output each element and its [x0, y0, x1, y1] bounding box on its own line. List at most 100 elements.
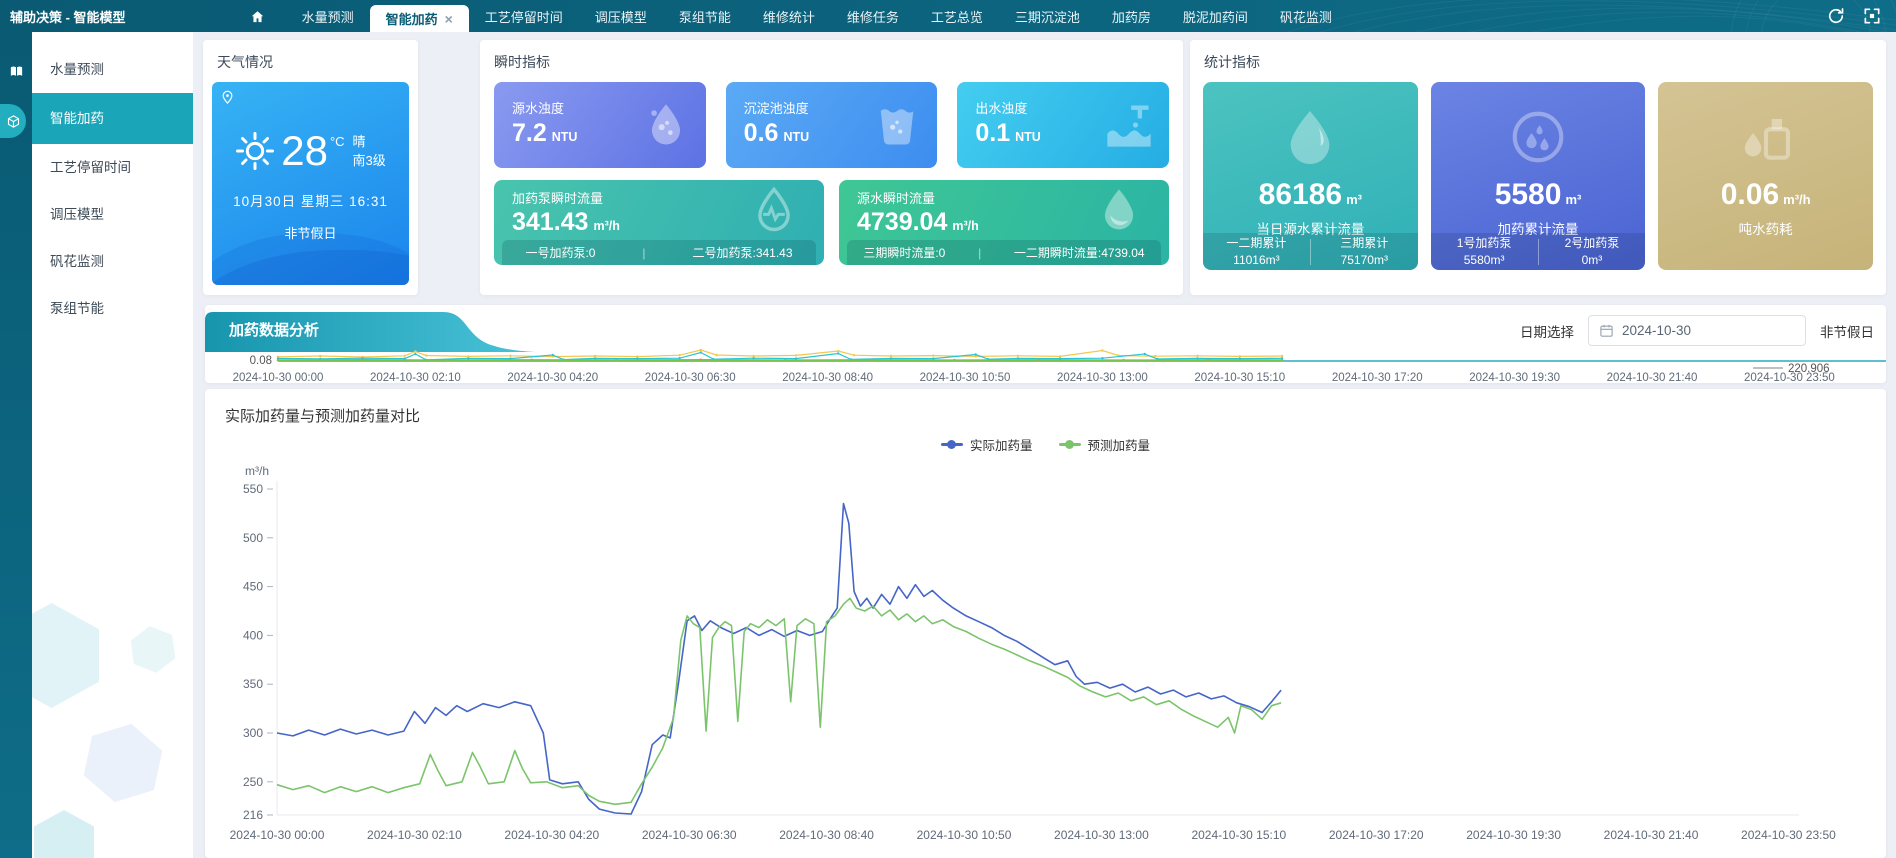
- temperature-value: 28: [281, 130, 328, 172]
- tile-value-row: 341.43m³/h: [512, 208, 620, 237]
- weather-holiday: 非节假日: [212, 223, 409, 242]
- home-button[interactable]: [244, 0, 272, 32]
- tab[interactable]: 加药房: [1096, 0, 1167, 32]
- tab[interactable]: 水量预测: [286, 0, 370, 32]
- tile-label: 出水浊度: [975, 98, 1027, 117]
- stats-card-title: 统计指标: [1190, 40, 1886, 72]
- flow-tile-main: 加药泵瞬时流量341.43m³/h: [494, 180, 824, 240]
- mini-series-point: [446, 359, 448, 361]
- mini-series-point: [404, 355, 406, 357]
- stat-tile: 86186m³当日源水累计流量一二期累计11016m³三期累计75170m³: [1203, 82, 1418, 270]
- footer-item: 一号加药泵:0: [525, 244, 595, 261]
- mini-series-point: [784, 359, 786, 361]
- y-tick-label: 216: [243, 808, 263, 822]
- ribbon-label: 加药数据分析: [229, 312, 319, 350]
- sidebar-item[interactable]: 水量预测: [32, 46, 193, 93]
- y-tick-label: 250: [243, 775, 263, 789]
- tile-value: 0.1: [975, 119, 1010, 148]
- mini-series-point: [1101, 357, 1103, 359]
- bottle-drop-icon: [1735, 106, 1797, 168]
- sidebar-item[interactable]: 泵组节能: [32, 285, 193, 332]
- stat-value-row: 0.06m³/h: [1658, 178, 1873, 212]
- sidenav: 水量预测智能加药工艺停留时间调压模型矾花监测泵组节能: [32, 32, 193, 858]
- tab-label: 脱泥加药间: [1183, 7, 1248, 26]
- book-icon: [9, 64, 24, 79]
- legend-label: 预测加药量: [1088, 435, 1151, 454]
- droplet-dots-icon: [640, 99, 692, 151]
- stat-value-row: 86186m³: [1203, 178, 1418, 212]
- flow-tile-footer: 三期瞬时流量:0|一二期瞬时流量:4739.04: [847, 240, 1161, 265]
- date-picker[interactable]: [1588, 315, 1806, 346]
- tab[interactable]: 三期沉淀池: [999, 0, 1096, 32]
- legend-marker: [1059, 443, 1081, 446]
- tab[interactable]: 矾花监测: [1264, 0, 1348, 32]
- hexagon-decoration: [129, 623, 177, 675]
- footer-key: 一二期累计: [1203, 235, 1310, 251]
- mini-series-point: [752, 357, 754, 359]
- mini-x-tick-label: 2024-10-30 00:00: [233, 372, 324, 383]
- tab-label: 智能加药: [386, 9, 438, 28]
- hexagon-decoration: [34, 810, 94, 858]
- droplet-icon: [1093, 184, 1145, 236]
- mini-series-point: [594, 357, 596, 359]
- mini-x-tick-label: 2024-10-30 17:20: [1332, 372, 1423, 383]
- y-tick-label: 450: [243, 580, 263, 594]
- mini-x-tick-label: 2024-10-30 15:10: [1194, 372, 1285, 383]
- stat-tile-footer: 一二期累计11016m³三期累计75170m³: [1203, 233, 1418, 270]
- tile-value-row: 7.2NTU: [512, 119, 577, 148]
- rail-book-button[interactable]: [0, 54, 32, 88]
- tab[interactable]: 智能加药 ×: [370, 5, 469, 32]
- mini-x-tick-label: 2024-10-30 13:00: [1057, 372, 1148, 383]
- tab[interactable]: 脱泥加药间: [1167, 0, 1264, 32]
- tab[interactable]: 工艺停留时间: [469, 0, 579, 32]
- date-input[interactable]: [1622, 323, 1772, 338]
- legend-label: 实际加药量: [970, 435, 1033, 454]
- mini-series-point: [1059, 355, 1061, 357]
- tab[interactable]: 维修统计: [747, 0, 831, 32]
- stat-unit: m³: [1565, 192, 1581, 207]
- sidebar-item[interactable]: 工艺停留时间: [32, 144, 193, 191]
- mini-series-point: [509, 355, 511, 357]
- legend-item[interactable]: 预测加药量: [1059, 435, 1151, 454]
- mini-series-point: [715, 354, 717, 356]
- date-controls: 日期选择 非节假日: [1520, 315, 1874, 346]
- footer-value: 5580m³: [1431, 252, 1538, 268]
- refresh-button[interactable]: [1826, 6, 1846, 26]
- comparison-chart-card: 实际加药量与预测加药量对比 实际加药量预测加药量 m³/h21625030035…: [205, 389, 1886, 858]
- sidebar-item[interactable]: 矾花监测: [32, 238, 193, 285]
- series-line[interactable]: [277, 598, 1281, 804]
- footer-key: 1号加药泵: [1431, 235, 1538, 251]
- mini-series-point: [414, 350, 416, 352]
- legend-item[interactable]: 实际加药量: [941, 435, 1033, 454]
- mini-series-point: [414, 353, 416, 355]
- topbar-actions: [1826, 6, 1882, 26]
- close-icon[interactable]: ×: [445, 12, 453, 26]
- tab[interactable]: 调压模型: [579, 0, 663, 32]
- mini-series-point: [615, 359, 617, 361]
- footer-value: 11016m³: [1203, 252, 1310, 268]
- stat-tiles: 86186m³当日源水累计流量一二期累计11016m³三期累计75170m³ 55…: [1190, 72, 1886, 270]
- chart-title: 实际加药量与预测加药量对比: [205, 389, 1886, 426]
- footer-item: 二号加药泵:341.43: [692, 244, 792, 261]
- analysis-ribbon: 加药数据分析: [205, 312, 535, 352]
- footer-value: 75170m³: [1311, 252, 1418, 268]
- x-tick-label: 2024-10-30 06:30: [642, 828, 737, 842]
- mini-chart-svg[interactable]: 0.08220.9062024-10-30 00:002024-10-30 02…: [205, 349, 1886, 383]
- fullscreen-button[interactable]: [1862, 6, 1882, 26]
- footer-item: 一二期瞬时流量:4739.04: [1014, 244, 1145, 261]
- instant-indicators-card: 瞬时指标 源水浊度7.2NTU沉淀池浊度0.6NTU出水浊度0.1NTU 加药泵…: [480, 40, 1183, 295]
- temperature-unit: °C: [330, 134, 345, 149]
- mini-series-point: [552, 354, 554, 356]
- sidebar-item[interactable]: 调压模型: [32, 191, 193, 238]
- mini-series-point: [425, 354, 427, 356]
- rail-model-button[interactable]: [0, 104, 26, 138]
- tab[interactable]: 工艺总览: [915, 0, 999, 32]
- tab[interactable]: 维修任务: [831, 0, 915, 32]
- main-chart-svg[interactable]: m³/h2162503003504004505005502024-10-30 0…: [211, 463, 1871, 853]
- mini-series-line[interactable]: [278, 350, 1282, 357]
- metric-tile: 源水浊度7.2NTU: [494, 82, 706, 168]
- sidebar-item[interactable]: 智能加药: [32, 93, 193, 144]
- flow-tiles: 加药泵瞬时流量341.43m³/h一号加药泵:0|二号加药泵:341.43源水瞬…: [494, 180, 1169, 265]
- series-line[interactable]: [277, 504, 1281, 814]
- tab[interactable]: 泵组节能: [663, 0, 747, 32]
